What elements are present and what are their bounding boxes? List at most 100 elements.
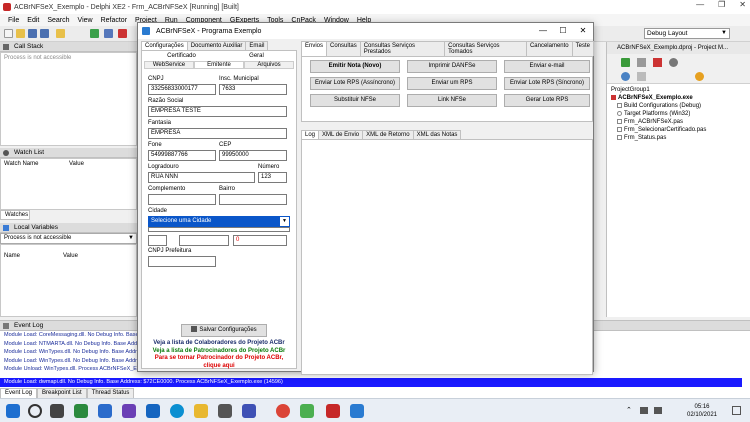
link-nfse-button[interactable]: Link NFSe [407,94,497,107]
save-all-icon[interactable] [40,29,49,38]
log-textarea[interactable] [301,139,593,375]
activate-icon[interactable] [621,58,630,67]
cod-field-2[interactable] [179,235,229,246]
emitir-nota-button[interactable]: Emitir Nota (Novo) [310,60,400,73]
new-icon[interactable] [4,29,13,38]
app-icon[interactable] [170,404,184,418]
new-item-icon[interactable] [637,58,646,67]
app-icon[interactable] [74,404,88,418]
app-icon[interactable] [300,404,314,418]
tab-certificado[interactable]: Certificado [144,53,219,59]
remove-icon[interactable] [653,58,662,67]
numero-field[interactable]: 123 [258,172,287,183]
enviar-lote-sincrono-button[interactable]: Enviar Lote RPS (Síncrono) [504,77,590,90]
enviar-um-rps-button[interactable]: Enviar um RPS [407,77,497,90]
minimize-icon[interactable]: — [696,0,704,9]
tab-xml-envio[interactable]: XML de Envio [318,130,364,139]
search-icon[interactable] [28,404,42,418]
watches-tab[interactable]: Watches [0,210,30,220]
tab-xml-notas[interactable]: XML das Notas [412,130,462,139]
tab-documento-auxiliar[interactable]: Documento Auxiliar [186,41,247,50]
bairro-field[interactable] [219,194,287,205]
tree-exe[interactable]: ACBrNFSeX_Exemplo.exe [611,94,746,102]
minimize-icon[interactable]: — [533,23,553,39]
app-icon[interactable] [350,404,364,418]
log-highlight-line[interactable]: Module Load: dwmapi.dll. No Debug Info. … [0,378,742,387]
enviar-email-button[interactable]: Enviar e-mail [504,60,590,73]
notification-icon[interactable] [732,406,741,415]
task-view-icon[interactable] [50,404,64,418]
windows-start-icon[interactable] [6,404,20,418]
link-clique-aqui[interactable]: clique aqui [141,363,297,371]
logradouro-field[interactable]: RUA NNN [148,172,255,183]
menu-edit[interactable]: Edit [27,17,39,24]
tab-envios[interactable]: Envios [301,41,328,56]
stop-icon[interactable] [118,29,127,38]
tab-arquivos[interactable]: Arquivos [244,61,294,69]
close-icon[interactable]: ✕ [739,0,746,9]
cnpj-prefeitura-field[interactable] [148,256,216,267]
delphi-icon[interactable] [326,404,340,418]
settings-icon[interactable] [669,58,678,67]
link-colaboradores[interactable]: Veja a lista de Colaboradores do Projeto… [141,340,297,348]
imprimir-danfse-button[interactable]: Imprimir DANFSe [407,60,497,73]
tab-consultas[interactable]: Consultas [326,41,361,56]
menu-file[interactable]: File [8,17,19,24]
tab-emitente[interactable]: Emitente [194,61,244,69]
tab-webservice[interactable]: WebService [144,61,194,69]
link-tornar-patrocinador[interactable]: Para se tornar Patrocinador do Projeto A… [141,355,297,363]
app-icon[interactable] [146,404,160,418]
tree-target-platforms[interactable]: Target Platforms (Win32) [611,110,746,118]
layout-select[interactable]: Debug Layout ▼ [644,28,730,39]
tab-configuracoes[interactable]: Configurações [141,41,188,50]
tab-geral[interactable]: Geral [219,53,294,59]
explorer-icon[interactable] [194,404,208,418]
save-icon[interactable] [28,29,37,38]
locals-col-name[interactable]: Name [4,253,20,259]
substituir-nfse-button[interactable]: Substituir NFSe [310,94,400,107]
cidade-dropdown-list[interactable] [148,227,290,232]
locals-col-value[interactable]: Value [63,253,78,259]
cep-field[interactable]: 99950000 [219,150,287,161]
tree-file[interactable]: Frm_SelecionarCertificado.pas [611,126,746,134]
menu-search[interactable]: Search [47,17,69,24]
sync-icon[interactable] [621,72,630,81]
cod-field-1[interactable] [148,235,167,246]
cidade-select[interactable]: Selecione uma Cidade ▼ [148,216,290,227]
tab-teste[interactable]: Teste [571,41,594,56]
enviar-lote-assincrono-button[interactable]: Enviar Lote RPS (Assíncrono) [310,77,400,90]
razao-field[interactable]: EMPRESA TESTE [148,106,287,117]
save-config-button[interactable]: Salvar Configurações [181,324,267,337]
app-icon[interactable] [98,404,112,418]
network-icon[interactable] [640,407,648,414]
expand-icon[interactable] [637,72,646,81]
tab-xml-retorno[interactable]: XML de Retorno [362,130,414,139]
gerar-lote-rps-button[interactable]: Gerar Lote RPS [504,94,590,107]
run-icon[interactable] [90,29,99,38]
open-project-icon[interactable] [56,29,65,38]
open-icon[interactable] [16,29,25,38]
tab-email[interactable]: Email [245,41,269,50]
tree-file[interactable]: Frm_ACBrNFSeX.pas [611,118,746,126]
restore-icon[interactable]: ❐ [718,0,725,9]
app-icon[interactable] [242,404,256,418]
tab-log[interactable]: Log [301,130,320,139]
watch-col-value[interactable]: Value [69,161,84,167]
tree-build-config[interactable]: Build Configurations (Debug) [611,102,746,110]
cod-field-3[interactable]: 0 [233,235,287,246]
tree-file[interactable]: Frm_Status.pas [611,134,746,142]
chrome-icon[interactable] [276,404,290,418]
filter-icon[interactable] [695,72,704,81]
cnpj-field[interactable]: 33256833000177 [148,84,216,95]
fone-field[interactable]: 54999887766 [148,150,216,161]
menu-refactor[interactable]: Refactor [101,17,127,24]
menu-view[interactable]: View [78,17,93,24]
complemento-field[interactable] [148,194,216,205]
tab-consultas-tomados[interactable]: Consultas Serviços Tomados [444,41,527,56]
tray-chevron-icon[interactable]: ⌃ [626,406,632,414]
close-icon[interactable]: ✕ [573,23,593,39]
maximize-icon[interactable]: ☐ [553,23,573,39]
app-icon[interactable] [218,404,232,418]
link-patrocinadores[interactable]: Veja a lista de Patrocinadores do Projet… [141,348,297,356]
fantasia-field[interactable]: EMPRESA [148,128,287,139]
